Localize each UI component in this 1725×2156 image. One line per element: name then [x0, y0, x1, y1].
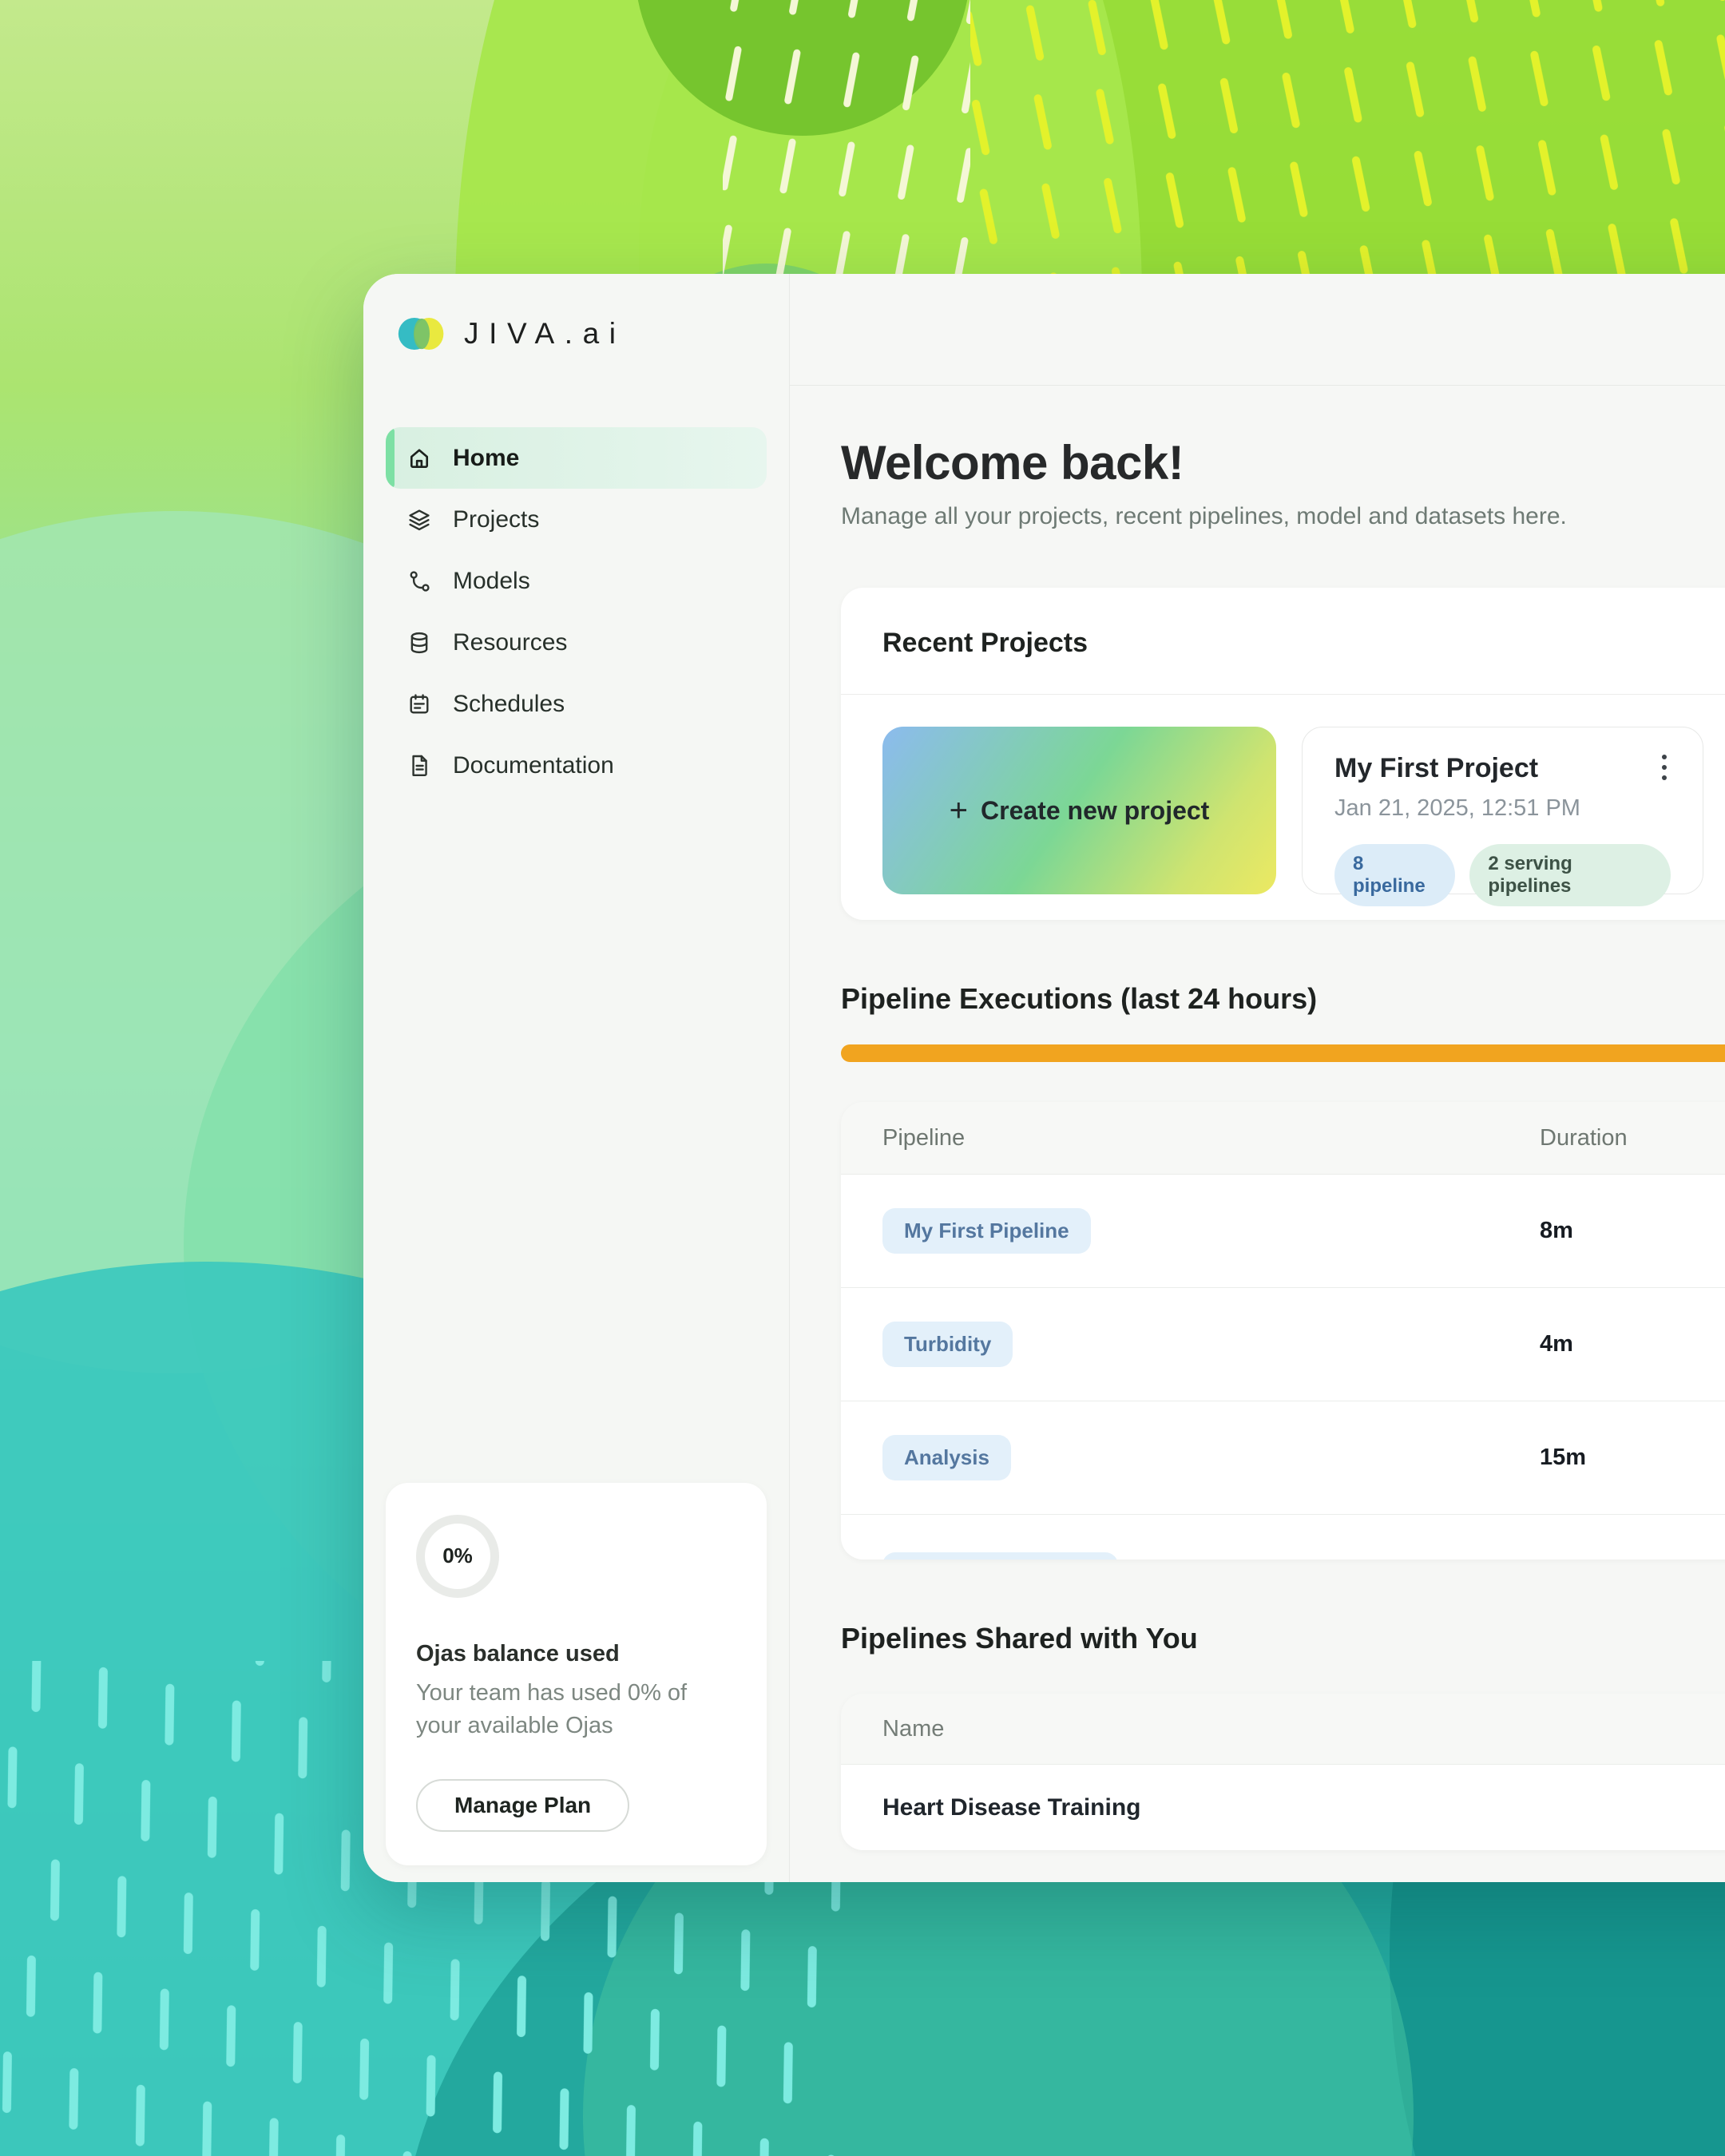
recent-projects-card: Recent Projects + Create new project My … [841, 588, 1725, 920]
manage-plan-button[interactable]: Manage Plan [416, 1779, 629, 1832]
pipelines-shared-table: Name Heart Disease Training [841, 1694, 1725, 1850]
calendar-icon [406, 692, 432, 717]
sidebar-item-home[interactable]: Home [386, 427, 767, 489]
page-title: Welcome back! [841, 435, 1725, 490]
shared-pipeline-name: Heart Disease Training [882, 1794, 1140, 1821]
table-header-row: Name [841, 1694, 1725, 1764]
project-name: My First Project [1334, 753, 1671, 784]
table-row: My First Pipeline 8m [841, 1174, 1725, 1287]
pipeline-link[interactable]: My First Pipeline [882, 1208, 1091, 1254]
orange-accent-bar [841, 1044, 1725, 1062]
logo-icon [397, 311, 446, 356]
sidebar-item-label: Projects [453, 506, 539, 533]
create-new-project-button[interactable]: + Create new project [882, 727, 1276, 894]
pipeline-link-partial[interactable] [882, 1552, 1118, 1560]
pipeline-link[interactable]: Analysis [882, 1435, 1011, 1480]
document-icon [406, 753, 432, 779]
sidebar-item-label: Models [453, 568, 530, 595]
plus-icon: + [950, 793, 968, 829]
sidebar-item-resources[interactable]: Resources [386, 612, 767, 673]
duration-value: 8m [1540, 1218, 1725, 1244]
main-topbar [790, 274, 1725, 386]
home-icon [406, 446, 432, 471]
create-new-project-label: Create new project [981, 796, 1209, 826]
usage-percent: 0% [442, 1544, 473, 1568]
recent-projects-title: Recent Projects [841, 588, 1725, 695]
main-content: Welcome back! Manage all your projects, … [790, 386, 1725, 1850]
sidebar-item-projects[interactable]: Projects [386, 489, 767, 550]
sidebar-item-schedules[interactable]: Schedules [386, 673, 767, 735]
table-row: Turbidity 4m [841, 1287, 1725, 1401]
merge-icon [406, 569, 432, 594]
table-header-row: Pipeline Duration [841, 1102, 1725, 1174]
sidebar-item-label: Home [453, 445, 519, 472]
project-badges: 8 pipeline 2 serving pipelines [1334, 844, 1671, 906]
app-window: JIVA.ai Home Projects Models [363, 274, 1725, 1882]
database-icon [406, 630, 432, 656]
usage-description: Your team has used 0% of your available … [416, 1677, 736, 1742]
usage-ring: 0% [416, 1515, 499, 1598]
sidebar-item-label: Resources [453, 629, 567, 656]
table-row-partial [841, 1514, 1725, 1560]
column-header-name: Name [882, 1716, 944, 1742]
logo-text: JIVA.ai [464, 317, 626, 351]
project-menu-button[interactable] [1647, 745, 1682, 790]
serving-pipelines-badge: 2 serving pipelines [1469, 844, 1671, 906]
layers-icon [406, 507, 432, 533]
page-subtitle: Manage all your projects, recent pipelin… [841, 503, 1725, 530]
ojas-usage-card: 0% Ojas balance used Your team has used … [386, 1483, 767, 1865]
column-header-pipeline: Pipeline [882, 1125, 1540, 1151]
sidebar-item-documentation[interactable]: Documentation [386, 735, 767, 796]
usage-title: Ojas balance used [416, 1641, 736, 1667]
pipelines-shared-title: Pipelines Shared with You [841, 1622, 1725, 1655]
sidebar-item-label: Documentation [453, 752, 614, 779]
pipeline-count-badge: 8 pipeline [1334, 844, 1455, 906]
logo[interactable]: JIVA.ai [386, 309, 767, 359]
project-card[interactable]: My First Project Jan 21, 2025, 12:51 PM … [1302, 727, 1703, 894]
project-date: Jan 21, 2025, 12:51 PM [1334, 795, 1671, 822]
duration-value: 4m [1540, 1331, 1725, 1357]
sidebar-item-models[interactable]: Models [386, 550, 767, 612]
sidebar-item-label: Schedules [453, 691, 565, 718]
sidebar-nav: Home Projects Models Resources [386, 427, 767, 796]
duration-value: 15m [1540, 1445, 1725, 1471]
table-row: Analysis 15m [841, 1401, 1725, 1514]
recent-projects-body: + Create new project My First Project Ja… [841, 695, 1725, 920]
main-area: Welcome back! Manage all your projects, … [790, 274, 1725, 1882]
pipeline-executions-table: Pipeline Duration My First Pipeline 8m T… [841, 1102, 1725, 1560]
table-row[interactable]: Heart Disease Training [841, 1764, 1725, 1850]
pipeline-link[interactable]: Turbidity [882, 1322, 1013, 1367]
sidebar: JIVA.ai Home Projects Models [363, 274, 790, 1882]
column-header-duration: Duration [1540, 1125, 1725, 1151]
pipeline-executions-title: Pipeline Executions (last 24 hours) [841, 982, 1725, 1016]
